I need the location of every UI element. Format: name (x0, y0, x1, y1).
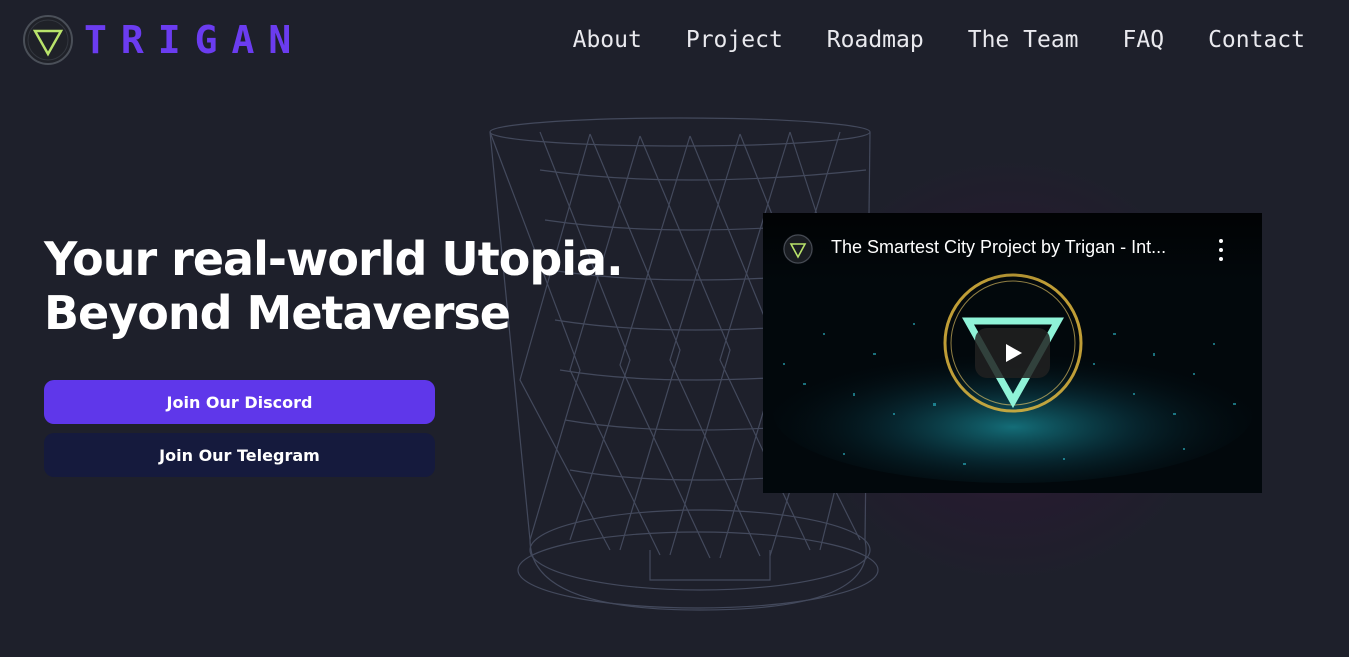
nav-the-team[interactable]: The Team (968, 22, 1079, 58)
more-options-icon[interactable] (1215, 239, 1227, 261)
nav-project[interactable]: Project (686, 22, 783, 58)
site-header: TRIGAN About Project Roadmap The Team FA… (0, 0, 1349, 80)
join-discord-button[interactable]: Join Our Discord (44, 380, 435, 424)
video-title[interactable]: The Smartest City Project by Trigan - In… (831, 237, 1201, 258)
nav-about[interactable]: About (573, 22, 642, 58)
nav-faq[interactable]: FAQ (1123, 22, 1165, 58)
join-telegram-button[interactable]: Join Our Telegram (44, 433, 435, 477)
play-icon (1005, 344, 1022, 362)
trigan-logo-icon (23, 15, 73, 65)
logo[interactable]: TRIGAN (22, 10, 305, 70)
brand-name: TRIGAN (84, 18, 306, 62)
nav-contact[interactable]: Contact (1208, 22, 1305, 58)
main-nav: About Project Roadmap The Team FAQ Conta… (573, 22, 1305, 58)
channel-logo-icon (783, 234, 813, 264)
hero-title-line-1: Your real-world Utopia. (44, 232, 624, 286)
play-button[interactable] (975, 328, 1050, 378)
nav-roadmap[interactable]: Roadmap (827, 22, 924, 58)
channel-avatar[interactable] (783, 234, 813, 264)
hero-section: Your real-world Utopia. Beyond Metaverse (44, 232, 684, 340)
youtube-video-embed[interactable]: The Smartest City Project by Trigan - In… (763, 213, 1262, 493)
hero-title-line-2: Beyond Metaverse (44, 286, 511, 340)
